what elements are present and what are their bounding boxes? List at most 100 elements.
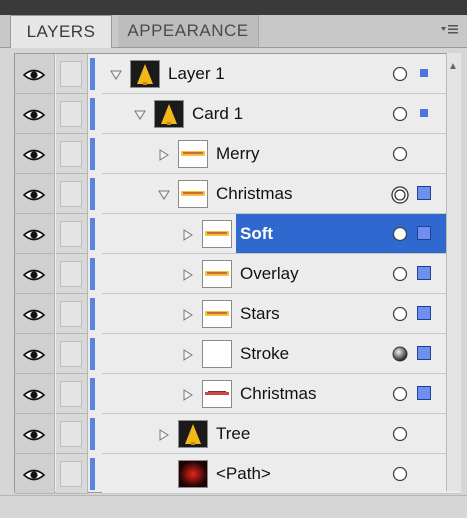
lock-toggle[interactable] (56, 334, 88, 374)
layer-row[interactable]: Soft (15, 214, 461, 254)
target-circle-icon[interactable] (392, 146, 408, 162)
selection-indicator-icon[interactable] (420, 109, 428, 117)
lock-toggle[interactable] (56, 414, 88, 454)
layer-name-cell[interactable]: Stroke (102, 334, 461, 374)
layer-thumbnail (178, 140, 208, 168)
visibility-toggle[interactable] (15, 134, 55, 174)
layer-row[interactable]: <Path> (15, 454, 461, 494)
text-art-red-icon (203, 381, 231, 411)
visibility-toggle[interactable] (15, 214, 55, 254)
blank-icon (203, 341, 231, 371)
panel-menu-icon[interactable] (441, 22, 459, 40)
layer-name-cell[interactable]: Christmas (102, 174, 461, 214)
visibility-toggle[interactable] (15, 334, 55, 374)
visibility-toggle[interactable] (15, 294, 55, 334)
selection-indicator-icon[interactable] (420, 69, 428, 77)
disclosure-collapsed-icon[interactable] (158, 148, 170, 161)
lock-toggle[interactable] (56, 94, 88, 134)
visibility-toggle[interactable] (15, 414, 55, 454)
layer-name-cell[interactable]: Soft (102, 214, 461, 254)
layer-name-cell[interactable]: Christmas (102, 374, 461, 414)
visibility-toggle[interactable] (15, 174, 55, 214)
text-art-icon (179, 141, 207, 171)
disclosure-collapsed-icon[interactable] (182, 388, 194, 401)
disclosure-expanded-icon[interactable] (158, 188, 170, 200)
selection-indicator-icon[interactable] (417, 186, 431, 200)
lock-toggle[interactable] (56, 174, 88, 214)
disclosure-collapsed-icon[interactable] (182, 268, 194, 281)
layer-color-bar (90, 458, 95, 490)
visibility-toggle[interactable] (15, 254, 55, 294)
scroll-up-icon[interactable]: ▲ (448, 61, 458, 72)
disclosure-collapsed-icon[interactable] (182, 308, 194, 321)
layer-row[interactable]: Card 1 (15, 94, 461, 134)
layer-name-cell[interactable]: Overlay (102, 254, 461, 294)
layer-name-cell[interactable]: Layer 1 (102, 54, 461, 94)
eye-icon (22, 108, 46, 121)
target-circle-icon[interactable] (392, 106, 408, 122)
target-circle-icon[interactable] (392, 386, 408, 402)
visibility-toggle[interactable] (15, 54, 55, 94)
lock-box-icon (60, 181, 82, 207)
tab-layers[interactable]: LAYERS (10, 15, 112, 48)
disclosure-expanded-icon[interactable] (134, 108, 146, 120)
layer-thumbnail (202, 260, 232, 288)
selection-indicator-icon[interactable] (417, 306, 431, 320)
selection-indicator-icon[interactable] (417, 346, 431, 360)
target-circle-icon[interactable] (392, 66, 408, 82)
layer-row[interactable]: Stars (15, 294, 461, 334)
tab-appearance[interactable]: APPEARANCE (118, 15, 259, 47)
disclosure-collapsed-icon[interactable] (182, 348, 194, 361)
selection-indicator-icon[interactable] (417, 226, 431, 240)
layer-row[interactable]: Tree (15, 414, 461, 454)
disclosure-collapsed-icon[interactable] (158, 428, 170, 441)
lock-toggle[interactable] (56, 294, 88, 334)
layer-thumbnail (130, 60, 160, 88)
target-circle-icon[interactable] (392, 266, 408, 282)
target-circle-icon[interactable] (392, 466, 408, 482)
layer-name: Tree (216, 424, 251, 443)
target-circle-icon[interactable] (392, 426, 408, 442)
layer-name-cell[interactable]: Merry (102, 134, 461, 174)
lock-box-icon (60, 261, 82, 287)
layer-color-bar (90, 98, 95, 130)
disclosure-expanded-icon[interactable] (110, 68, 122, 80)
layer-color-bar (90, 218, 95, 250)
target-circle-icon[interactable] (392, 306, 408, 322)
lock-toggle[interactable] (56, 374, 88, 414)
text-art-icon (203, 261, 231, 291)
lock-toggle[interactable] (56, 454, 88, 494)
layer-name-cell[interactable]: <Path> (102, 454, 461, 494)
layer-row[interactable]: Christmas (15, 174, 461, 214)
lock-toggle[interactable] (56, 54, 88, 94)
visibility-toggle[interactable] (15, 454, 55, 494)
visibility-toggle[interactable] (15, 374, 55, 414)
layer-row[interactable]: Layer 1 (15, 54, 461, 94)
layer-color-bar (90, 298, 95, 330)
target-circle-icon[interactable] (392, 346, 408, 362)
layer-row[interactable]: Christmas (15, 374, 461, 414)
lock-toggle[interactable] (56, 254, 88, 294)
target-circle-icon[interactable] (391, 186, 409, 204)
lock-toggle[interactable] (56, 214, 88, 254)
lock-toggle[interactable] (56, 134, 88, 174)
eye-icon (22, 68, 46, 81)
selection-indicator-icon[interactable] (417, 266, 431, 280)
layer-row[interactable]: Overlay (15, 254, 461, 294)
target-circle-icon[interactable] (392, 226, 408, 242)
layer-thumbnail (178, 460, 208, 488)
layer-list: Layer 1 Card 1 Merry Christmas Soft Overlay St… (14, 53, 461, 494)
layer-color-bar (90, 378, 95, 410)
selection-indicator-icon[interactable] (417, 386, 431, 400)
layer-row[interactable]: Merry (15, 134, 461, 174)
layer-color-bar (90, 138, 95, 170)
layer-thumbnail (154, 100, 184, 128)
disclosure-collapsed-icon[interactable] (182, 228, 194, 241)
layer-name-cell[interactable]: Tree (102, 414, 461, 454)
scrollbar[interactable]: ▲ (446, 53, 461, 491)
eye-icon (22, 468, 46, 481)
layer-name-cell[interactable]: Stars (102, 294, 461, 334)
layer-row[interactable]: Stroke (15, 334, 461, 374)
layer-name-cell[interactable]: Card 1 (102, 94, 461, 134)
visibility-toggle[interactable] (15, 94, 55, 134)
